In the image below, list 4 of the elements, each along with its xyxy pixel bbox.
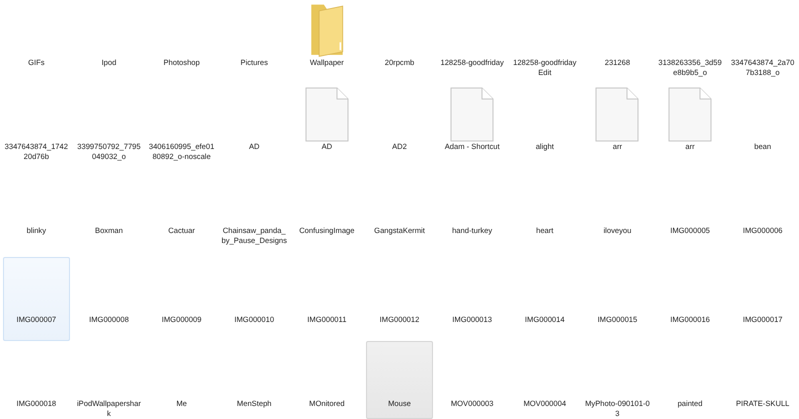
document-icon (668, 87, 712, 142)
document-icon (595, 87, 640, 142)
document-icon (304, 87, 349, 142)
document-icon (450, 87, 494, 142)
